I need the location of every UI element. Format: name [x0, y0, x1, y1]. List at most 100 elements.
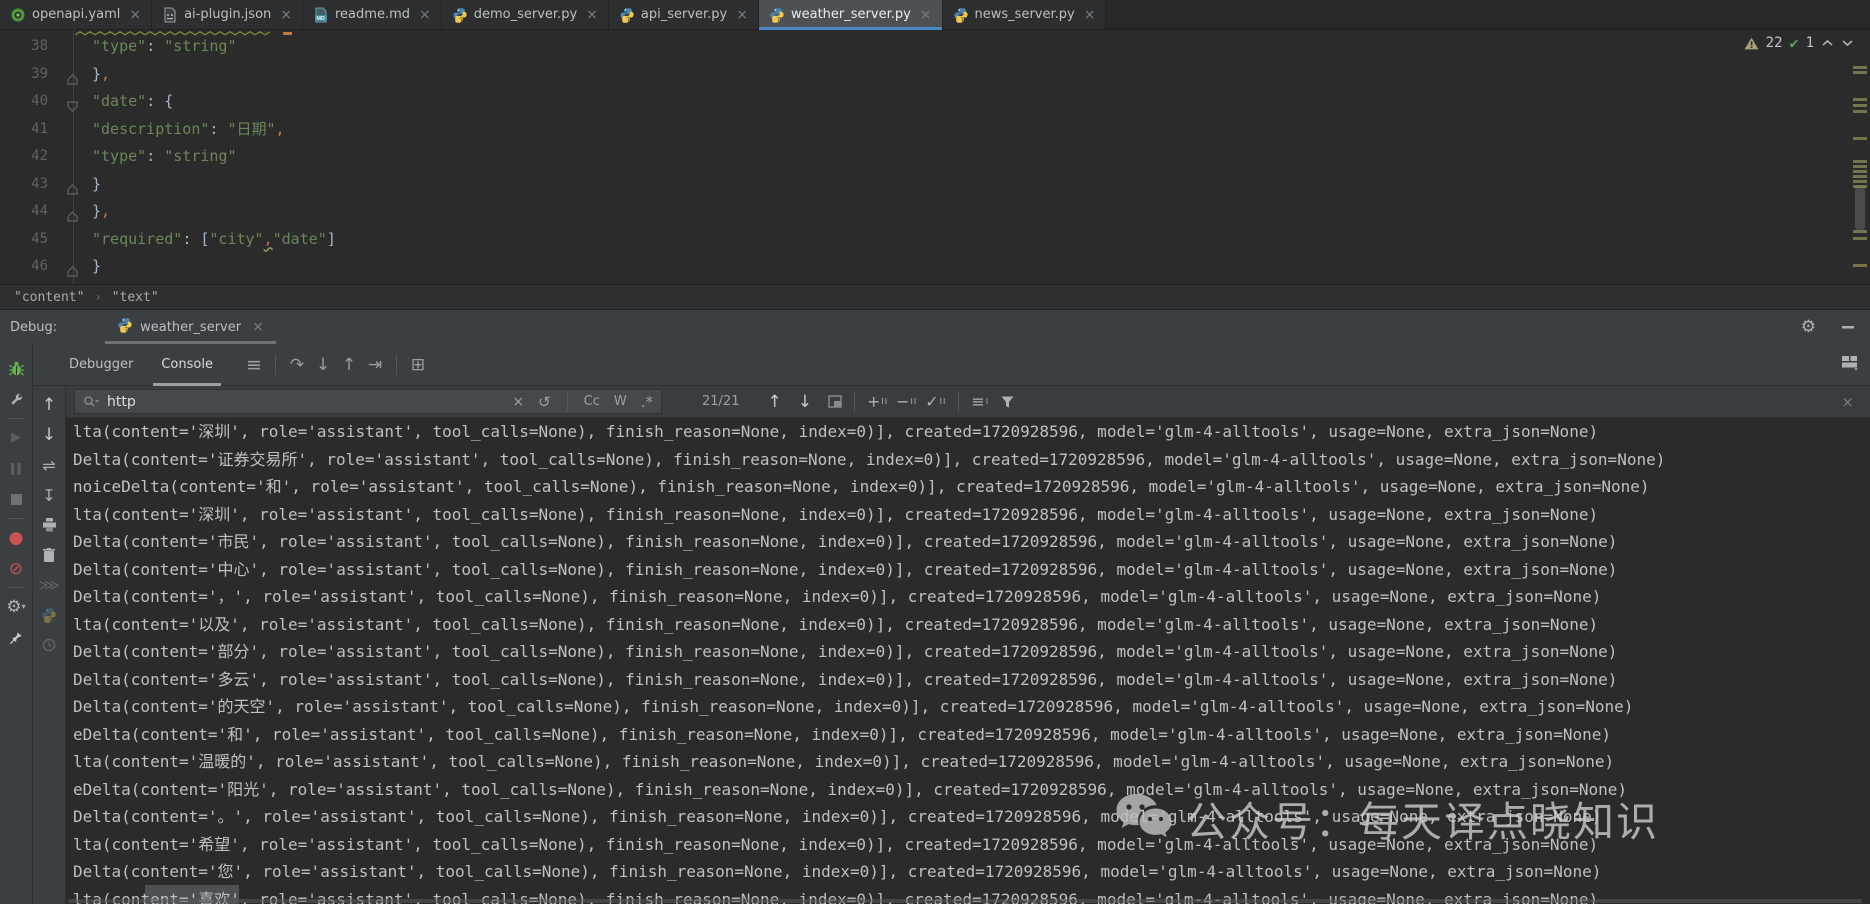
step-over-icon[interactable]: ↷ [284, 355, 310, 375]
python-icon [117, 317, 133, 337]
warning-stripe-mark [1853, 71, 1867, 74]
editor-tabbar: openapi.yaml×ai-plugin.json×MDreadme.md×… [0, 0, 1870, 30]
console-line: Delta(content='您', role='assistant', too… [73, 858, 1870, 886]
words-toggle[interactable]: W [614, 394, 627, 409]
console-commands-icon[interactable]: ⋙ [33, 570, 65, 600]
chevron-down-icon[interactable] [1841, 39, 1854, 47]
scroll-to-end-icon[interactable]: ↧ [33, 480, 65, 510]
code-text: } [92, 171, 101, 199]
debug-label: Debug: [10, 320, 57, 335]
code-line: 42"type": "string" [0, 143, 1850, 171]
prev-match-icon[interactable]: ↑ [767, 392, 781, 412]
run-to-cursor-icon[interactable]: ⇥ [362, 355, 388, 375]
debug-bug-icon[interactable] [0, 353, 32, 384]
mute-breakpoints-icon[interactable]: ⊘ [0, 553, 32, 584]
step-into-icon[interactable]: ↓ [310, 355, 336, 375]
scroll-up-icon[interactable]: ↑ [33, 390, 65, 420]
tab-label: ai-plugin.json [184, 7, 271, 22]
close-icon[interactable]: × [736, 8, 748, 22]
next-match-icon[interactable]: ↓ [798, 392, 812, 412]
evaluate-expression-icon[interactable]: ⊞ [405, 355, 431, 375]
clear-console-icon[interactable] [33, 540, 65, 570]
add-occurrence-icon[interactable]: +II [867, 392, 888, 411]
line-number: 45 [0, 226, 48, 254]
gear-icon[interactable]: ⚙ [1801, 317, 1816, 337]
code-text: "required": ["city","date"] [92, 226, 336, 254]
soft-wrap-icon[interactable]: ⇌ [33, 450, 65, 480]
editor-scrollbar-thumb[interactable] [1855, 186, 1865, 230]
console-line: lta(content='希望', role='assistant', tool… [73, 831, 1870, 859]
search-input[interactable]: http × ↺ Cc W .* [74, 389, 662, 414]
check-icon: ✔ [1790, 34, 1799, 52]
editor-tab[interactable]: MDreadme.md× [303, 0, 442, 29]
close-icon[interactable]: × [129, 8, 141, 22]
console-line: lta(content='深圳', role='assistant', tool… [73, 418, 1870, 446]
breadcrumb-item[interactable]: "text" [112, 290, 159, 305]
filter-icon[interactable] [1001, 396, 1014, 408]
close-icon[interactable]: × [252, 319, 264, 335]
search-history-icon[interactable]: ↺ [538, 393, 551, 411]
code-line: 41"description": "日期", [0, 116, 1850, 144]
console-line: lta(content='深圳', role='assistant', tool… [73, 501, 1870, 529]
close-icon[interactable]: × [419, 8, 431, 22]
view-breakpoints-icon[interactable]: ● [0, 522, 32, 553]
markdown-file-icon: MD [313, 7, 329, 23]
console-line: eDelta(content='和', role='assistant', to… [73, 721, 1870, 749]
tab-debugger[interactable]: Debugger [55, 344, 147, 386]
warning-stripe-mark [1853, 237, 1867, 240]
python-console-icon[interactable] [33, 600, 65, 630]
settings-gear-icon[interactable]: ⚙▾ [0, 591, 32, 622]
editor-tab[interactable]: demo_server.py× [442, 0, 609, 29]
editor-tab[interactable]: weather_server.py× [759, 0, 943, 29]
warning-stripe-mark [1853, 98, 1867, 101]
chevron-up-icon[interactable] [1821, 39, 1834, 47]
code-text: "type": "string" [92, 143, 237, 171]
tab-console[interactable]: Console [147, 344, 227, 386]
resume-icon[interactable]: ▶ [0, 422, 32, 453]
console-search-bar: http × ↺ Cc W .* 21/21 ↑ [66, 386, 1870, 418]
warnings-count: 22 [1766, 35, 1783, 51]
clear-search-icon[interactable]: × [512, 394, 524, 410]
filter-lines-icon[interactable]: ≡I [971, 392, 989, 411]
breadcrumb-item[interactable]: "content" [14, 290, 84, 305]
wrench-icon[interactable] [0, 384, 32, 415]
inspections-widget[interactable]: 22 ✔ 1 [1744, 34, 1854, 52]
debug-panel-header: Debug: weather_server × ⚙ [0, 310, 1870, 344]
debug-session-tab[interactable]: weather_server × [105, 310, 276, 344]
console-line: Delta(content='的天空', role='assistant', t… [73, 693, 1870, 721]
match-case-toggle[interactable]: Cc [584, 394, 600, 409]
close-icon[interactable]: × [586, 8, 598, 22]
close-icon[interactable]: × [1084, 8, 1096, 22]
code-line: 39}, [0, 61, 1850, 89]
select-all-occurrences-icon[interactable]: ✓II [925, 392, 946, 411]
print-icon[interactable] [33, 510, 65, 540]
pin-icon[interactable] [0, 622, 32, 653]
editor-tab[interactable]: openapi.yaml× [0, 0, 152, 29]
editor-tab[interactable]: api_server.py× [609, 0, 759, 29]
close-search-icon[interactable]: × [1841, 393, 1854, 411]
restore-layout-icon[interactable] [1841, 355, 1858, 374]
regex-toggle[interactable]: .* [641, 393, 653, 411]
breadcrumb-separator: › [94, 290, 101, 304]
step-out-icon[interactable]: ↑ [336, 355, 362, 375]
code-line: 45 "required": ["city","date"] [0, 226, 1850, 254]
horizontal-scrollbar[interactable] [68, 899, 1862, 903]
find-in-selection-icon[interactable] [828, 395, 842, 408]
stop-icon[interactable] [0, 484, 32, 515]
code-editor[interactable]: 38"type": "string"39},40"date": {41"desc… [0, 30, 1870, 284]
code-text: } [92, 253, 101, 281]
passed-count: 1 [1806, 35, 1814, 51]
menu-icon[interactable]: ≡ [241, 354, 267, 376]
console-output[interactable]: lta(content='深圳', role='assistant', tool… [66, 418, 1870, 904]
console-line: Delta(content='证券交易所', role='assistant',… [73, 446, 1870, 474]
remove-occurrence-icon[interactable]: −II [896, 392, 917, 411]
scroll-down-icon[interactable]: ↓ [33, 420, 65, 450]
history-clock-icon[interactable] [33, 630, 65, 660]
close-icon[interactable]: × [920, 8, 932, 22]
pause-icon[interactable] [0, 453, 32, 484]
close-icon[interactable]: × [280, 8, 292, 22]
editor-tab[interactable]: ai-plugin.json × [152, 0, 303, 29]
hide-panel-icon[interactable] [1842, 325, 1854, 329]
editor-tab[interactable]: news_server.py× [943, 0, 1107, 29]
json-file-icon [162, 7, 178, 23]
